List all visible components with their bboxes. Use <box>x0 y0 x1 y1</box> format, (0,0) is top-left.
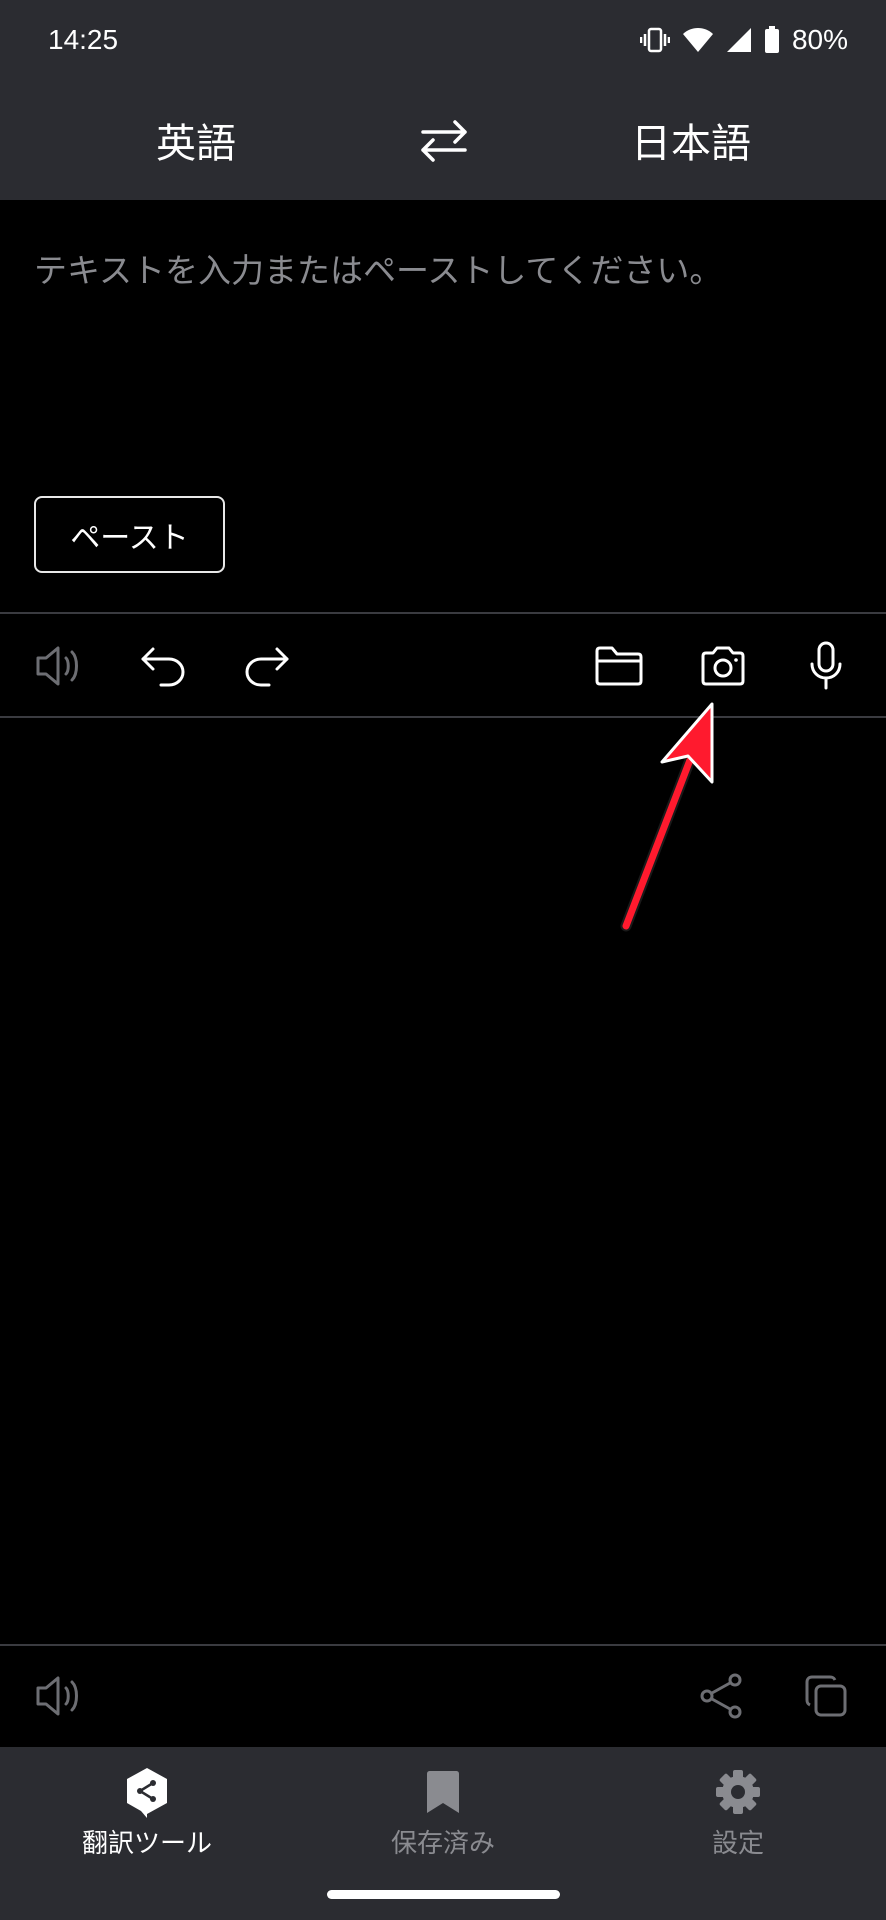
swap-arrows-icon <box>411 120 477 170</box>
nav-item-saved[interactable]: 保存済み <box>333 1765 553 1875</box>
battery-icon <box>764 26 780 54</box>
source-text-area: ペースト <box>0 200 886 612</box>
nav-label: 翻訳ツール <box>81 1829 212 1859</box>
output-toolbar <box>0 1646 886 1746</box>
wifi-icon <box>682 27 714 53</box>
microphone-icon[interactable] <box>796 636 856 696</box>
status-bar: 14:25 80% <box>0 0 886 80</box>
speaker-icon[interactable] <box>30 1666 90 1726</box>
source-language-button[interactable]: 英語 <box>46 80 346 200</box>
bottom-nav: 翻訳ツール 保存済み 設定 <box>0 1747 886 1920</box>
swap-languages-button[interactable] <box>411 116 477 166</box>
nav-label: 設定 <box>711 1829 764 1859</box>
language-bar: 英語 日本語 <box>0 80 886 200</box>
home-indicator[interactable] <box>327 1890 560 1899</box>
vibrate-icon <box>639 26 670 54</box>
status-time: 14:25 <box>48 24 119 55</box>
share-icon[interactable] <box>692 1666 752 1726</box>
gear-icon <box>715 1765 761 1819</box>
camera-icon[interactable] <box>693 636 753 696</box>
status-icons: 80% <box>639 24 848 56</box>
target-language-button[interactable]: 日本語 <box>541 80 841 200</box>
bookmark-icon <box>424 1765 462 1819</box>
deepl-logo-icon <box>124 1765 170 1819</box>
undo-icon[interactable] <box>134 636 194 696</box>
source-text-input[interactable] <box>34 240 854 300</box>
signal-icon <box>726 27 752 53</box>
divider <box>0 716 886 718</box>
nav-item-settings[interactable]: 設定 <box>628 1765 848 1875</box>
paste-button[interactable]: ペースト <box>34 496 225 573</box>
input-toolbar <box>0 614 886 716</box>
nav-item-translator[interactable]: 翻訳ツール <box>37 1765 257 1875</box>
redo-icon[interactable] <box>236 636 296 696</box>
copy-icon[interactable] <box>796 1666 856 1726</box>
nav-label: 保存済み <box>390 1829 495 1859</box>
speaker-icon[interactable] <box>30 636 90 696</box>
annotation-arrow <box>600 690 740 940</box>
battery-percent: 80% <box>791 24 848 55</box>
folder-icon[interactable] <box>589 636 649 696</box>
